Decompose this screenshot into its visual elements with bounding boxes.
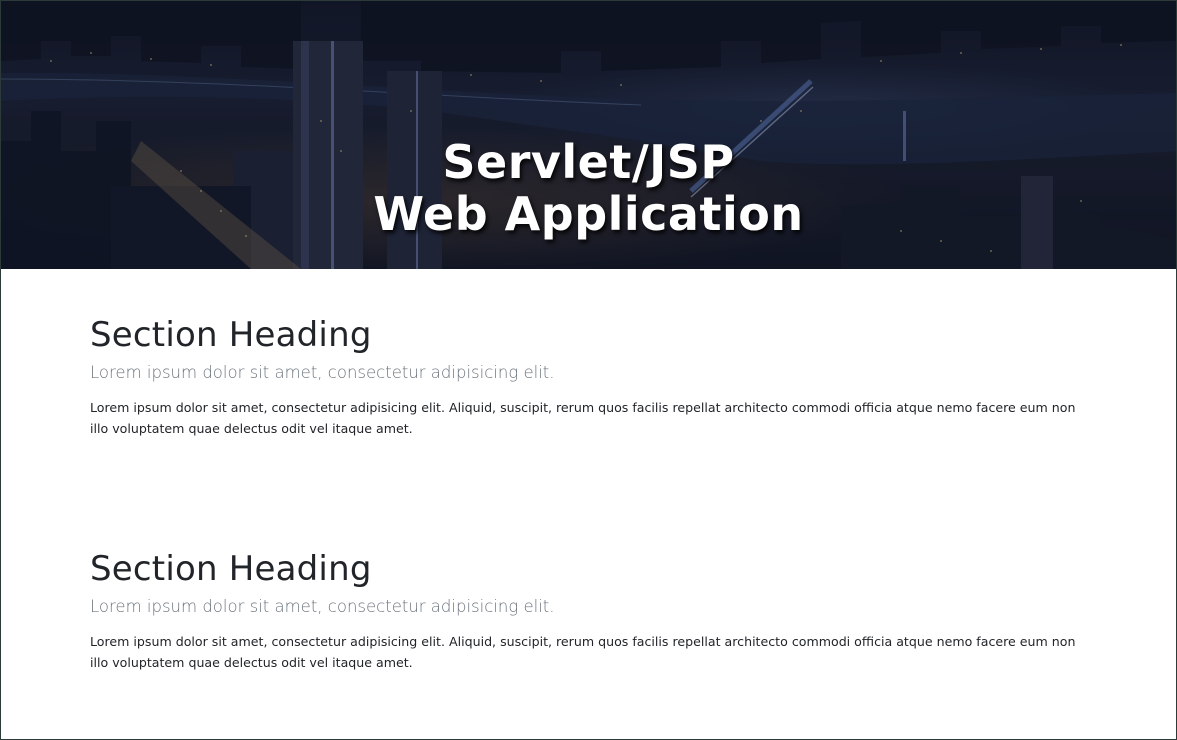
hero-banner: Servlet/JSP Web Application <box>1 1 1176 269</box>
section-heading: Section Heading <box>90 549 372 589</box>
page: Servlet/JSP Web Application Section Head… <box>0 0 1177 740</box>
section-2: Section Heading Lorem ipsum dolor sit am… <box>90 549 1086 673</box>
hero-title-line-2: Web Application <box>373 186 804 241</box>
hero-title-line-1: Servlet/JSP <box>442 134 735 189</box>
section-body: Lorem ipsum dolor sit amet, consectetur … <box>90 400 1076 436</box>
section-1: Section Heading Lorem ipsum dolor sit am… <box>90 315 1086 439</box>
section-heading: Section Heading <box>90 315 372 355</box>
section-lead: Lorem ipsum dolor sit amet, consectetur … <box>90 597 555 616</box>
hero-title: Servlet/JSP Web Application <box>1 136 1176 240</box>
section-lead: Lorem ipsum dolor sit amet, consectetur … <box>90 363 555 382</box>
section-body: Lorem ipsum dolor sit amet, consectetur … <box>90 634 1076 670</box>
